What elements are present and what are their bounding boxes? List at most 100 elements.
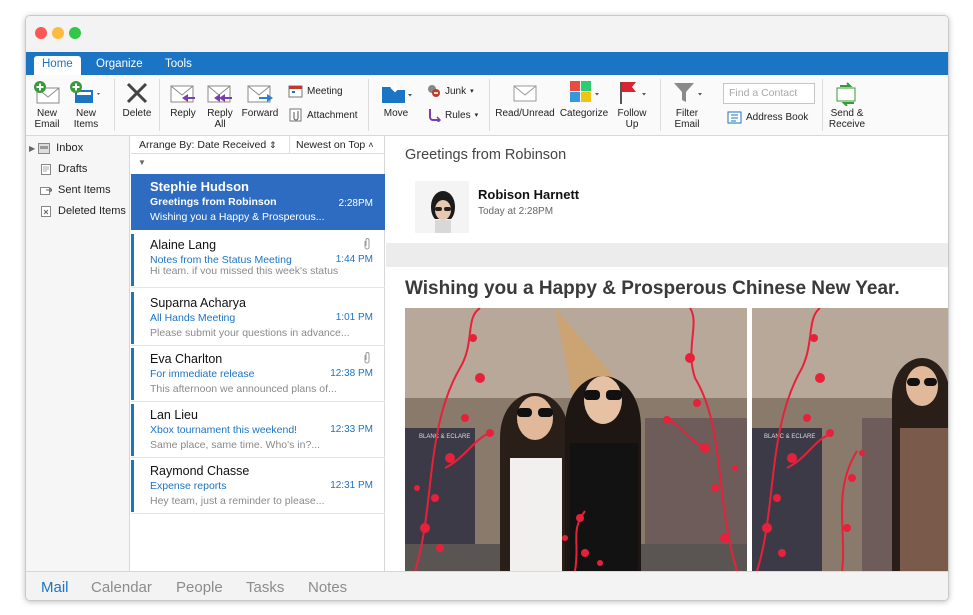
message-list: Arrange By: Date Received ⇕ Newest on To… [131,136,385,571]
message-item[interactable]: Stephie Hudson Greetings from Robinson 2… [131,174,385,230]
message-preview: This afternoon we announced plans of... [150,383,337,395]
updown-chevron-icon: ⇕ [269,140,277,150]
arrange-by-dropdown[interactable]: Arrange By: Date Received ⇕ [139,139,277,151]
zoom-window-button[interactable] [69,27,81,39]
forward-button[interactable]: Forward [240,80,280,119]
reply-label: Reply [170,108,196,119]
close-window-button[interactable] [35,27,47,39]
message-time: 12:33 PM [330,424,373,435]
move-button[interactable]: Move [376,80,416,119]
message-item[interactable]: Suparna Acharya All Hands Meeting 1:01 P… [131,290,385,346]
delete-x-icon [126,82,148,104]
drafts-icon [41,163,51,175]
photo-illustration: BLANC & ECLARE [405,308,747,571]
attachment-button[interactable]: Attachment [288,108,358,122]
sort-order-button[interactable]: Newest on Top ˄ [296,139,373,151]
folder-pane: ▶ Inbox Drafts Sent Items Deleted Items [26,136,130,571]
nav-people[interactable]: People [176,579,223,596]
filter-email-button[interactable]: Filter Email [667,80,707,130]
read-unread-label: Read/Unread [495,108,555,119]
tab-home[interactable]: Home [34,56,81,75]
folder-deleted-items[interactable]: Deleted Items [40,201,144,221]
message-item[interactable]: Raymond Chasse Expense reports 12:31 PM … [131,458,385,514]
bottom-navigation: Mail Calendar People Tasks Notes [26,571,948,600]
message-sender: Raymond Chasse [150,464,250,478]
follow-up-button[interactable]: Follow Up [612,80,652,130]
junk-icon [428,85,440,97]
chevron-up-icon: ˄ [368,140,374,150]
sort-order-label: Newest on Top [296,139,366,151]
message-subject: Greetings from Robinson [150,196,277,208]
rules-label: Rules [445,109,471,121]
sender-avatar[interactable] [415,181,469,233]
folder-label: Deleted Items [58,205,126,217]
message-preview: Same place, same time. Who's in?... [150,439,321,451]
folder-inbox[interactable]: ▶ Inbox [29,138,133,158]
message-item[interactable]: Lan Lieu Xbox tournament this weekend! 1… [131,402,385,458]
find-contact-input[interactable]: Find a Contact [723,83,815,104]
reply-all-button[interactable]: Reply All [203,80,237,130]
message-subject: Xbox tournament this weekend! [150,424,298,436]
reply-all-label: Reply All [207,108,233,130]
rules-dropdown-icon: ▾ [474,112,479,119]
list-header: Arrange By: Date Received ⇕ Newest on To… [131,136,385,154]
message-time: 1:44 PM [335,254,373,265]
trash-icon [41,205,51,217]
svg-text:BLANC & ECLARE: BLANC & ECLARE [764,434,815,440]
header-divider [386,243,948,267]
junk-dropdown-icon: ▾ [470,88,474,95]
message-time: 2:28PM [338,198,373,209]
categorize-button[interactable]: Categorize [558,80,610,119]
message-preview: Wishing you a Happy & Prosperous... [150,211,325,223]
unread-indicator [131,292,134,344]
minimize-window-button[interactable] [52,27,64,39]
email-headline: Wishing you a Happy & Prosperous Chinese… [405,278,900,299]
categorize-label: Categorize [559,108,609,119]
folder-sent-items[interactable]: Sent Items [40,180,144,200]
delete-button[interactable]: Delete [120,80,154,119]
email-photo-1: BLANC & ECLARE [405,308,747,571]
paperclip-icon [364,238,370,250]
nav-calendar[interactable]: Calendar [91,579,152,596]
forward-label: Forward [241,108,279,119]
message-item[interactable]: Alaine Lang Notes from the Status Meetin… [131,232,385,288]
meeting-button[interactable]: Meeting [288,84,343,98]
paperclip-icon [364,352,370,364]
message-item[interactable]: Eva Charlton For immediate release 12:38… [131,346,385,402]
forward-icon [247,85,273,103]
envelope-icon [513,85,537,102]
folder-drafts[interactable]: Drafts [40,159,144,179]
sender-photo-icon [415,181,469,233]
tab-tools[interactable]: Tools [157,56,200,75]
address-book-button[interactable]: Address Book [727,111,808,124]
outlook-window: Home Organize Tools New Email New Items … [25,15,949,601]
folder-label: Inbox [56,142,84,154]
filter-funnel-icon [674,83,702,102]
ribbon-separator [368,79,369,131]
new-items-button[interactable]: New Items [68,80,104,130]
unread-indicator [131,404,134,456]
header-divider [289,136,290,154]
new-email-button[interactable]: New Email [31,80,63,130]
tab-organize[interactable]: Organize [88,56,151,75]
send-receive-button[interactable]: Send & Receive [826,80,868,130]
collapse-arrow-icon[interactable]: ▼ [138,158,146,167]
ribbon-separator [159,79,160,131]
follow-up-label: Follow Up [617,108,647,130]
read-unread-button[interactable]: Read/Unread [495,80,555,119]
ribbon-separator [822,79,823,131]
junk-button[interactable]: Junk ▾ [427,84,474,98]
rules-button[interactable]: Rules ▾ [427,108,478,122]
message-subject: All Hands Meeting [150,312,236,324]
meeting-label: Meeting [307,85,343,97]
nav-tasks[interactable]: Tasks [246,579,284,596]
ribbon-separator [114,79,115,131]
reply-button[interactable]: Reply [166,80,200,119]
nav-notes[interactable]: Notes [308,579,347,596]
folder-label: Sent Items [58,184,111,196]
arrange-by-label: Arrange By: Date Received [139,139,267,151]
delete-label: Delete [122,108,152,119]
nav-mail[interactable]: Mail [41,579,69,596]
message-time: 1:01 PM [335,312,373,323]
ribbon-toolbar: New Email New Items Delete Reply Reply A… [26,75,948,136]
